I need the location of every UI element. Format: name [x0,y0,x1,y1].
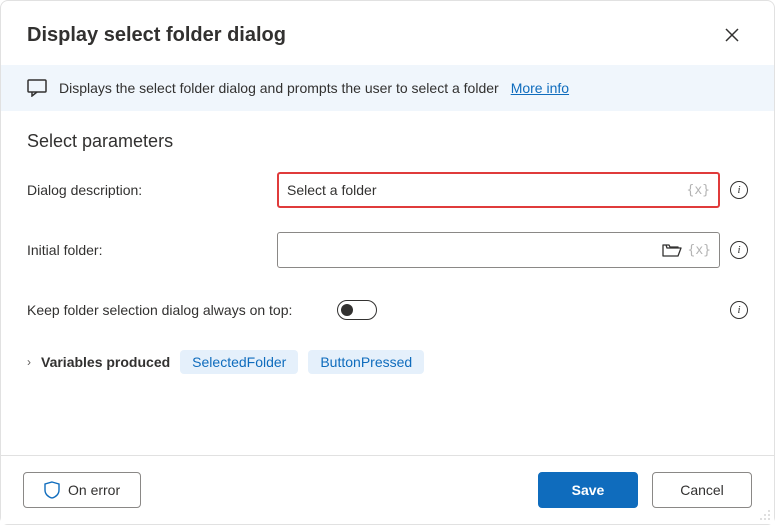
keep-on-top-toggle[interactable] [337,300,377,320]
on-error-button[interactable]: On error [23,472,141,508]
section-title: Select parameters [27,131,748,152]
close-button[interactable] [716,19,748,51]
description-bar: Displays the select folder dialog and pr… [1,65,774,111]
cancel-label: Cancel [680,482,724,498]
info-icon[interactable]: i [730,241,748,259]
more-info-link[interactable]: More info [511,80,569,96]
cancel-button[interactable]: Cancel [652,472,752,508]
initial-folder-input[interactable]: {x} [277,232,720,268]
save-label: Save [572,482,605,498]
dialog-description-label: Dialog description: [27,182,277,198]
keep-on-top-label: Keep folder selection dialog always on t… [27,302,337,318]
variable-picker-icon[interactable]: {x} [687,183,710,198]
save-button[interactable]: Save [538,472,638,508]
dialog-description-input[interactable]: Select a folder {x} [277,172,720,208]
dialog-title: Display select folder dialog [27,24,286,47]
variable-picker-icon[interactable]: {x} [688,243,711,258]
info-icon[interactable]: i [730,301,748,319]
variable-chip[interactable]: ButtonPressed [308,350,424,374]
variables-produced-label[interactable]: Variables produced [41,354,170,370]
comment-icon [27,79,47,97]
initial-folder-label: Initial folder: [27,242,277,258]
shield-icon [44,481,60,499]
description-text: Displays the select folder dialog and pr… [59,80,499,96]
variable-chip[interactable]: SelectedFolder [180,350,298,374]
close-icon [725,28,739,42]
on-error-label: On error [68,482,120,498]
info-icon[interactable]: i [730,181,748,199]
chevron-right-icon[interactable]: › [27,355,31,369]
folder-open-icon[interactable] [662,242,682,258]
dialog-description-value: Select a folder [287,182,687,198]
